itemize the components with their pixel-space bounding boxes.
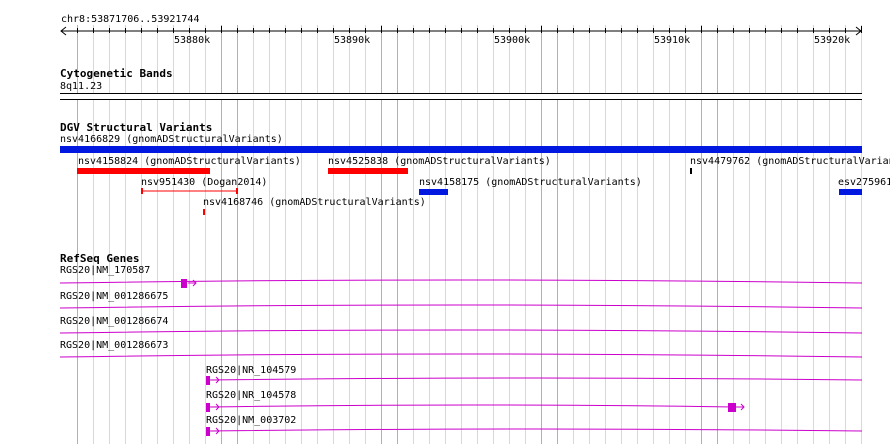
exon-block [728,403,736,412]
genome-browser-view: chr8:53871706..53921744 53880k 53890k 53… [0,0,890,444]
exon-block [206,427,210,436]
transcript-intron-line [59,304,863,309]
transcript-intron-line [59,353,863,358]
exon-block [181,279,187,288]
transcript-intron-line [59,279,863,284]
gene-models[interactable] [0,0,890,444]
transcript-intron-line [206,377,863,381]
transcript-intron-line [206,428,863,432]
exon-block [206,376,210,385]
transcript-intron-line [206,404,734,408]
exon-block [206,403,210,412]
transcript-intron-line [59,329,863,334]
